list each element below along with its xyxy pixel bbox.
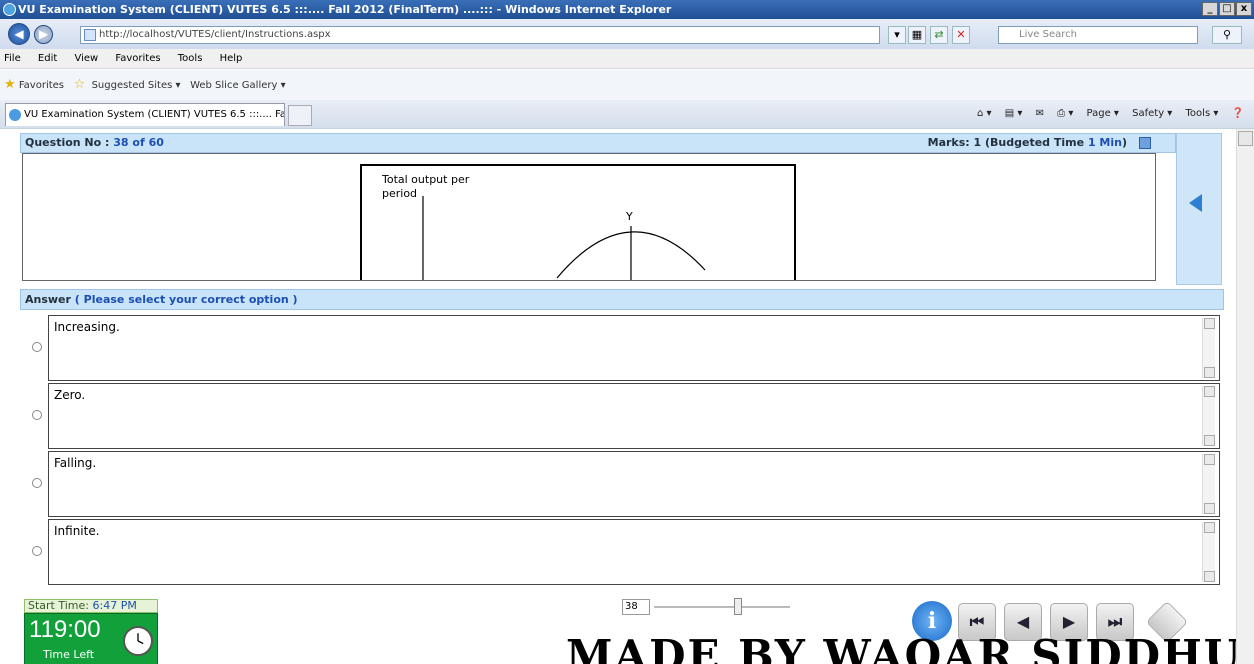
- option-2-radio[interactable]: [32, 410, 42, 420]
- answer-hint: ( Please select your correct option ): [74, 293, 298, 306]
- print-icon[interactable]: ⎙ ▾: [1057, 108, 1073, 119]
- diagram-curve: [422, 196, 706, 280]
- collapse-button[interactable]: [1139, 137, 1151, 149]
- window-title: VU Examination System (CLIENT) VUTES 6.5…: [18, 3, 672, 16]
- option-scrollbar[interactable]: [1202, 454, 1215, 514]
- option-scrollbar[interactable]: [1202, 386, 1215, 446]
- menu-bar: File Edit View Favorites Tools Help: [0, 49, 1254, 69]
- exam-footer: Start Time: 6:47 PM 119:00 Time Left 38 …: [0, 595, 1254, 664]
- browser-window: VU Examination System (CLIENT) VUTES 6.5…: [0, 0, 1254, 664]
- option-4: Infinite.: [20, 519, 1224, 585]
- tools-menu[interactable]: Tools ▾: [1186, 108, 1219, 119]
- menu-favorites[interactable]: Favorites: [115, 53, 160, 64]
- close-button[interactable]: x: [1236, 2, 1252, 16]
- tab-row: VU Examination System (CLIENT) VUTES 6.5…: [0, 100, 1254, 128]
- suggested-sites-link[interactable]: Suggested Sites ▾: [92, 80, 181, 91]
- marks-suffix: ): [1121, 136, 1127, 149]
- watermark-text: MADE BY WAQAR SIDDHU: [566, 631, 1243, 664]
- answer-label: Answer: [25, 293, 71, 306]
- ie-icon: [3, 3, 16, 16]
- start-time: Start Time: 6:47 PM: [24, 599, 158, 613]
- forward-button[interactable]: ▶: [34, 25, 53, 44]
- minimize-button[interactable]: _: [1202, 2, 1218, 16]
- menu-file[interactable]: File: [4, 53, 21, 64]
- option-4-box: Infinite.: [48, 519, 1220, 585]
- question-box: Total output per period Y: [22, 153, 1156, 281]
- tab-title: VU Examination System (CLIENT) VUTES 6.5…: [24, 109, 285, 120]
- maximize-button[interactable]: □: [1219, 2, 1235, 16]
- search-icon[interactable]: ⚲: [1212, 26, 1242, 44]
- answer-header: Answer ( Please select your correct opti…: [20, 289, 1224, 310]
- question-diagram: Total output per period Y: [360, 164, 796, 280]
- option-1-box: Increasing.: [48, 315, 1220, 381]
- url-field[interactable]: http://localhost/VUTES/client/Instructio…: [80, 26, 880, 44]
- marks-label: Marks: 1 (Budgeted Time: [927, 136, 1085, 149]
- budgeted-time: 1 Min: [1087, 136, 1122, 149]
- search-input[interactable]: Live Search: [998, 26, 1198, 44]
- menu-edit[interactable]: Edit: [38, 53, 57, 64]
- favorites-button[interactable]: Favorites: [19, 80, 64, 91]
- dropdown-button[interactable]: ▾: [888, 26, 906, 44]
- compatibility-icon[interactable]: ▦: [908, 26, 926, 44]
- favorites-star-icon: ★: [4, 77, 16, 92]
- marks-info: Marks: 1 (Budgeted Time 1 Min): [928, 134, 1127, 152]
- timer-value: 119:00: [29, 616, 101, 643]
- option-3-radio[interactable]: [32, 478, 42, 488]
- favorites-bar: ★ Favorites ☆ Suggested Sites ▾ Web Slic…: [0, 70, 1254, 100]
- back-button[interactable]: ◀: [8, 23, 30, 45]
- page-icon: [84, 29, 96, 41]
- option-1-radio[interactable]: [32, 342, 42, 352]
- option-1: Increasing.: [20, 315, 1224, 381]
- question-number: 38 of 60: [113, 136, 164, 149]
- option-2-text: Zero.: [54, 388, 86, 402]
- option-scrollbar[interactable]: [1202, 318, 1215, 378]
- page-menu[interactable]: Page ▾: [1087, 108, 1119, 119]
- slider-thumb[interactable]: [734, 598, 742, 615]
- page-scrollbar[interactable]: [1236, 129, 1254, 664]
- tab-ie-icon: [9, 109, 21, 121]
- menu-help[interactable]: Help: [220, 53, 243, 64]
- countdown-timer: 119:00 Time Left: [24, 613, 158, 664]
- menu-tools[interactable]: Tools: [178, 53, 203, 64]
- option-2-box: Zero.: [48, 383, 1220, 449]
- option-2: Zero.: [20, 383, 1224, 449]
- address-bar: ◀ ▶ http://localhost/VUTES/client/Instru…: [0, 19, 1254, 49]
- start-time-value: 6:47 PM: [92, 599, 137, 612]
- option-scrollbar[interactable]: [1202, 522, 1215, 582]
- safety-menu[interactable]: Safety ▾: [1132, 108, 1172, 119]
- option-3: Falling.: [20, 451, 1224, 517]
- question-slider[interactable]: [654, 606, 790, 608]
- mail-icon[interactable]: ✉: [1036, 108, 1044, 119]
- refresh-icon[interactable]: ⇄: [930, 26, 948, 44]
- url-text: http://localhost/VUTES/client/Instructio…: [99, 29, 331, 40]
- option-4-text: Infinite.: [54, 524, 100, 538]
- option-3-box: Falling.: [48, 451, 1220, 517]
- page-content: Question No : 38 of 60 Marks: 1 (Budgete…: [0, 128, 1254, 664]
- feeds-icon[interactable]: ▤ ▾: [1005, 108, 1023, 119]
- browser-tab[interactable]: VU Examination System (CLIENT) VUTES 6.5…: [5, 103, 285, 126]
- start-time-label: Start Time:: [28, 599, 89, 612]
- clock-icon: [123, 626, 153, 656]
- side-panel: [1176, 133, 1222, 285]
- option-3-text: Falling.: [54, 456, 97, 470]
- collapse-arrow-icon[interactable]: [1189, 194, 1202, 212]
- home-icon[interactable]: ⌂ ▾: [977, 108, 992, 119]
- title-bar: VU Examination System (CLIENT) VUTES 6.5…: [0, 0, 1254, 19]
- web-slice-gallery-link[interactable]: Web Slice Gallery ▾: [190, 80, 286, 91]
- help-icon[interactable]: ❓: [1232, 108, 1244, 119]
- new-tab-button[interactable]: [288, 105, 312, 126]
- command-bar: ⌂ ▾ ▤ ▾ ✉ ⎙ ▾ Page ▾ Safety ▾ Tools ▾ ❓: [967, 108, 1244, 119]
- option-1-text: Increasing.: [54, 320, 120, 334]
- question-header: Question No : 38 of 60 Marks: 1 (Budgete…: [20, 133, 1176, 153]
- question-label: Question No :: [25, 136, 110, 149]
- stop-icon[interactable]: ✕: [952, 26, 970, 44]
- menu-view[interactable]: View: [74, 53, 98, 64]
- time-left-label: Time Left: [43, 648, 95, 661]
- question-index-input[interactable]: 38: [622, 599, 650, 615]
- option-4-radio[interactable]: [32, 546, 42, 556]
- add-favorites-icon[interactable]: ☆: [74, 77, 86, 92]
